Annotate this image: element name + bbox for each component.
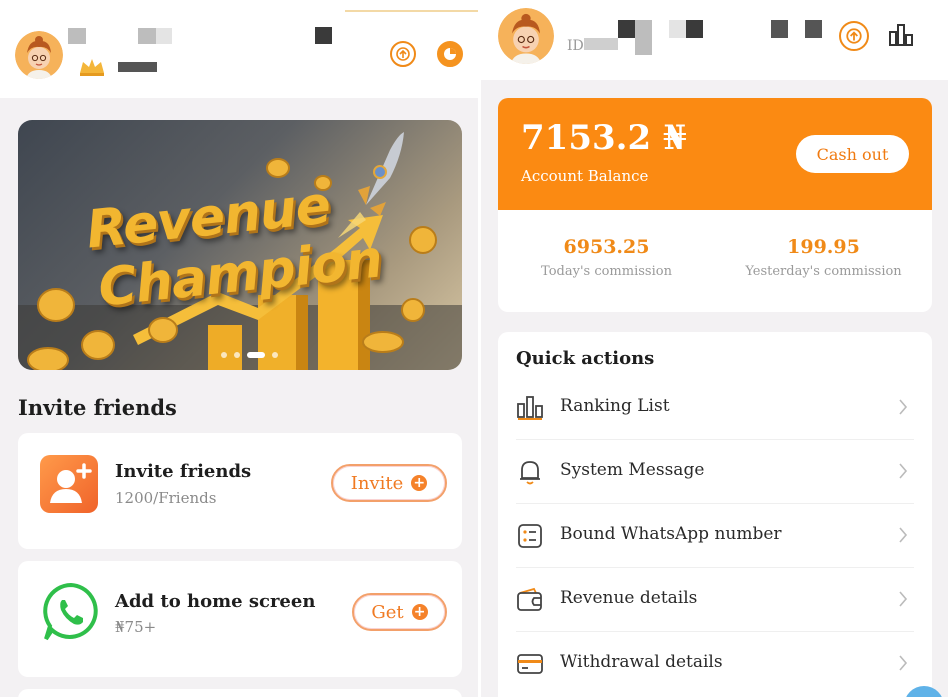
carousel-dot[interactable] (234, 352, 240, 358)
section-title: Invite friends (18, 395, 177, 420)
carousel-dot-active[interactable] (247, 352, 265, 358)
quick-action-label: System Message (560, 460, 705, 480)
quick-actions-title: Quick actions (516, 348, 655, 369)
left-screen: Revenue Champion Invite friends Invite f… (0, 0, 478, 697)
todays-commission-label: Today's commission (541, 264, 672, 279)
yesterdays-commission: 199.95 Yesterday's commission (715, 236, 932, 279)
plus-icon: + (411, 475, 428, 491)
todays-commission: 6953.25 Today's commission (498, 236, 715, 279)
whatsapp-icon (40, 581, 102, 643)
user-avatar[interactable] (498, 8, 554, 64)
quick-actions-card: Quick actions Ranking List System Messag… (498, 332, 932, 697)
yesterdays-commission-value: 199.95 (787, 236, 860, 258)
quick-action-bound-whatsapp[interactable]: Bound WhatsApp number (516, 504, 914, 568)
redaction-mask (618, 20, 635, 38)
left-header (0, 0, 478, 98)
card-subtitle: 1200/Friends (115, 489, 217, 507)
add-user-icon (40, 455, 98, 513)
ranking-icon[interactable] (888, 22, 914, 48)
quick-action-system-message[interactable]: System Message (516, 440, 914, 504)
chevron-right-icon (899, 591, 908, 607)
account-balance-label: Account Balance (521, 167, 649, 185)
wallet-icon (516, 586, 544, 614)
quick-action-label: Ranking List (560, 396, 670, 416)
ranking-icon (516, 394, 544, 422)
list-icon (516, 522, 544, 550)
invite-button[interactable]: Invite + (331, 464, 447, 502)
quick-action-withdrawal-details[interactable]: Withdrawal details (516, 632, 914, 696)
redaction-mask (771, 20, 788, 38)
yesterdays-commission-label: Yesterday's commission (745, 264, 902, 279)
invite-button-label: Invite (350, 472, 404, 494)
redaction-mask (635, 38, 652, 55)
redaction-mask (805, 20, 822, 38)
right-screen: ID:1 7153.2 ₦ Account Balance Cash out 6… (481, 0, 948, 697)
chevron-right-icon (899, 399, 908, 415)
redaction-mask (686, 20, 703, 38)
card-title: Add to home screen (115, 591, 316, 612)
carousel-indicator (221, 352, 278, 358)
cash-out-button[interactable]: Cash out (796, 135, 909, 173)
invite-friends-card: Invite friends 1200/Friends Invite + (18, 433, 462, 549)
service-icon[interactable] (390, 41, 416, 67)
chart-pie-icon[interactable] (437, 41, 463, 67)
redaction-mask (315, 27, 332, 44)
balance-header: 7153.2 ₦ Account Balance Cash out (498, 98, 932, 210)
bell-icon (516, 458, 544, 486)
plus-icon: + (411, 604, 428, 620)
next-card-partial (18, 689, 462, 697)
redaction-mask (584, 38, 618, 50)
header-divider (345, 10, 478, 12)
user-avatar[interactable] (15, 31, 63, 79)
account-balance-amount: 7153.2 ₦ (521, 118, 687, 158)
redaction-mask (118, 62, 157, 72)
chevron-right-icon (899, 527, 908, 543)
card-icon (516, 650, 544, 678)
carousel-dot[interactable] (272, 352, 278, 358)
chevron-right-icon (899, 655, 908, 671)
quick-action-label: Bound WhatsApp number (560, 524, 782, 544)
quick-action-revenue-details[interactable]: Revenue details (516, 568, 914, 632)
get-button-label: Get (371, 601, 404, 623)
redaction-mask (635, 20, 652, 38)
service-icon[interactable] (839, 21, 869, 51)
crown-icon (80, 59, 104, 76)
add-to-home-card: Add to home screen ₦75+ Get + (18, 561, 462, 677)
redaction-mask (68, 28, 86, 44)
quick-action-ranking-list[interactable]: Ranking List (516, 376, 914, 440)
redaction-mask (669, 20, 686, 38)
redaction-mask (156, 28, 172, 44)
quick-action-label: Revenue details (560, 588, 698, 608)
carousel-dot[interactable] (221, 352, 227, 358)
chevron-right-icon (899, 463, 908, 479)
balance-card: 7153.2 ₦ Account Balance Cash out 6953.2… (498, 98, 932, 312)
quick-action-label: Withdrawal details (560, 652, 723, 672)
card-subtitle: ₦75+ (115, 618, 157, 636)
todays-commission-value: 6953.25 (563, 236, 650, 258)
redaction-mask (138, 28, 156, 44)
card-title: Invite friends (115, 461, 252, 482)
get-button[interactable]: Get + (352, 593, 447, 631)
right-header: ID:1 (481, 0, 948, 80)
promo-banner[interactable]: Revenue Champion (18, 120, 462, 370)
